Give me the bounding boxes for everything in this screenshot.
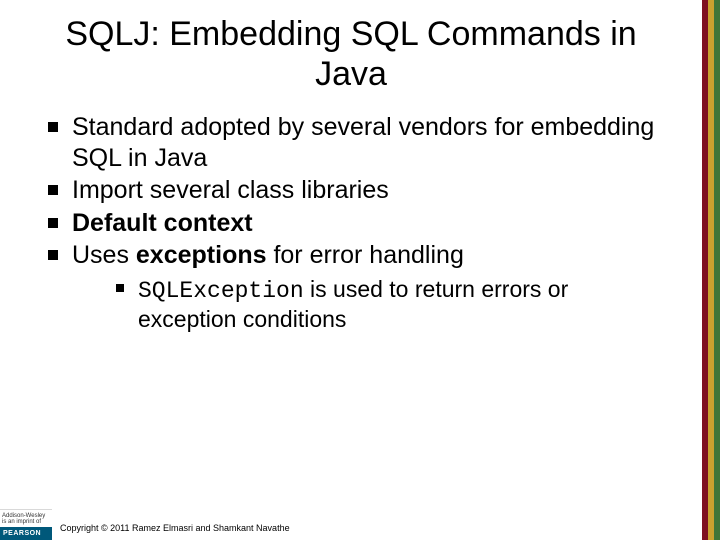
copyright-text: Copyright © 2011 Ramez Elmasri and Shamk… xyxy=(60,523,290,533)
bullet-text: Standard adopted by several vendors for … xyxy=(72,113,654,172)
publisher-imprint-text: Addison-Wesley is an imprint of xyxy=(0,509,52,527)
bullet-item: Uses exceptions for error handling SQLEx… xyxy=(48,240,672,333)
bullet-text: Uses xyxy=(72,241,136,269)
bullet-text-strong: exceptions xyxy=(136,241,267,269)
bullet-text: Import several class libraries xyxy=(72,176,389,204)
bullet-item: Default context xyxy=(48,208,672,239)
bullet-item: Import several class libraries xyxy=(48,175,672,206)
bullet-item: Standard adopted by several vendors for … xyxy=(48,112,672,173)
slide-body: SQLJ: Embedding SQL Commands in Java Sta… xyxy=(0,0,702,540)
sub-bullet-item: SQLException is used to return errors or… xyxy=(116,275,672,333)
bullet-list: Standard adopted by several vendors for … xyxy=(48,112,672,333)
publisher-brand: PEARSON xyxy=(0,527,52,540)
decorative-edge-stripe xyxy=(702,0,720,540)
imprint-tag: is an imprint of xyxy=(2,519,50,525)
bullet-text: Default context xyxy=(72,209,253,237)
code-text: SQLException xyxy=(138,278,304,304)
publisher-logo: Addison-Wesley is an imprint of PEARSON xyxy=(0,509,52,540)
slide-footer: Addison-Wesley is an imprint of PEARSON … xyxy=(0,496,702,540)
bullet-text: for error handling xyxy=(267,241,464,269)
slide-title: SQLJ: Embedding SQL Commands in Java xyxy=(60,14,642,94)
sub-bullet-list: SQLException is used to return errors or… xyxy=(116,275,672,333)
